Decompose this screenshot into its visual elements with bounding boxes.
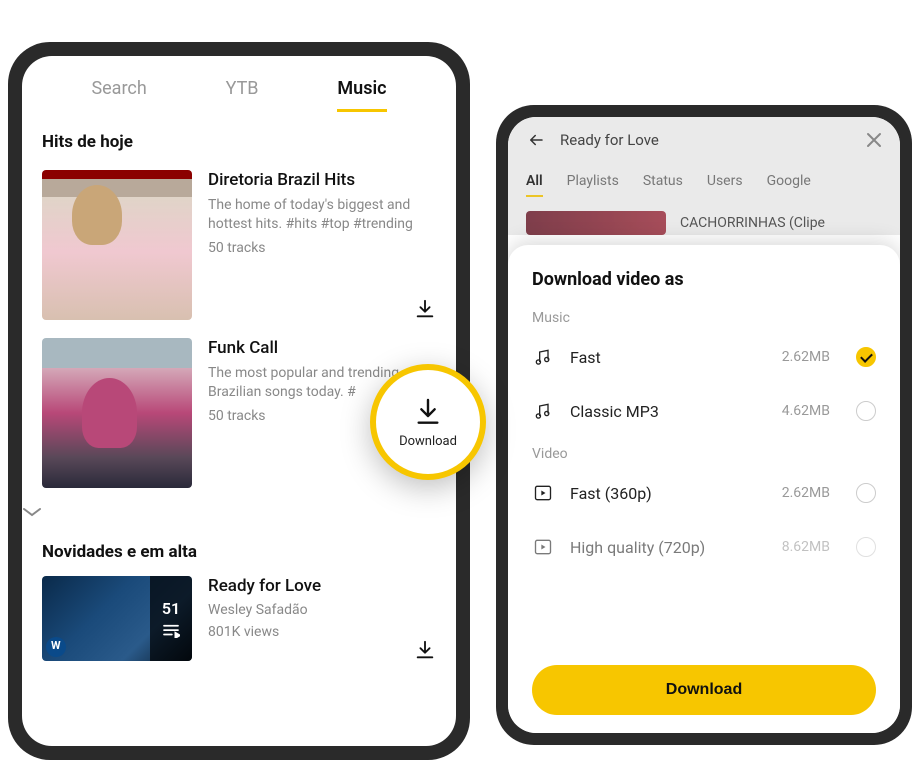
option-radio[interactable] xyxy=(856,483,876,503)
download-icon xyxy=(414,298,436,320)
chevron-down-icon xyxy=(22,506,42,518)
option-label: Fast xyxy=(570,348,766,367)
video-body: Ready for Love Wesley Safadão 801K views xyxy=(208,576,436,661)
playlist-desc: The home of today's biggest and hottest … xyxy=(208,196,436,234)
tab-search[interactable]: Search xyxy=(91,78,146,112)
download-icon-button[interactable] xyxy=(414,298,436,320)
download-icon xyxy=(412,396,444,428)
close-icon xyxy=(866,132,882,148)
phone-right-screen: Ready for Love All Playlists Status User… xyxy=(508,117,900,733)
clear-search-button[interactable] xyxy=(866,132,882,148)
filter-google[interactable]: Google xyxy=(767,173,811,197)
video-title: Ready for Love xyxy=(208,576,436,596)
playlist-count: 51 xyxy=(162,599,180,618)
sheet-title: Download video as xyxy=(532,269,876,290)
playlist-count-overlay: 51 xyxy=(150,576,192,661)
filter-status[interactable]: Status xyxy=(643,173,683,197)
playlist-item[interactable]: Diretoria Brazil Hits The home of today'… xyxy=(22,152,456,320)
option-hq-video[interactable]: High quality (720p) 8.62MB xyxy=(532,520,876,574)
filter-users[interactable]: Users xyxy=(707,173,743,197)
video-play-icon xyxy=(532,536,554,558)
tab-ytb[interactable]: YTB xyxy=(226,78,259,112)
result-title: CACHORRINHAS (Clipe xyxy=(680,215,825,231)
music-note-icon xyxy=(532,400,554,422)
option-radio[interactable] xyxy=(856,401,876,421)
section-hits-title: Hits de hoje xyxy=(22,112,456,152)
callout-label: Download xyxy=(399,434,457,449)
option-classic-mp3[interactable]: Classic MP3 4.62MB xyxy=(532,384,876,438)
playlist-icon xyxy=(162,624,180,638)
back-arrow-icon[interactable] xyxy=(526,131,546,149)
option-label: Fast (360p) xyxy=(570,484,766,503)
phone-right-frame: Ready for Love All Playlists Status User… xyxy=(496,105,912,745)
option-size: 4.62MB xyxy=(782,403,830,419)
option-size: 2.62MB xyxy=(782,485,830,501)
playlist-meta: 50 tracks xyxy=(208,240,436,256)
playlist-title: Funk Call xyxy=(208,338,436,358)
option-fast-audio[interactable]: Fast 2.62MB xyxy=(532,330,876,384)
video-thumbnail: 51 xyxy=(42,576,192,661)
playlist-body: Diretoria Brazil Hits The home of today'… xyxy=(208,170,436,320)
tab-music[interactable]: Music xyxy=(337,78,386,112)
filter-playlists[interactable]: Playlists xyxy=(567,173,619,197)
search-result-row[interactable]: CACHORRINHAS (Clipe xyxy=(508,205,900,235)
option-size: 8.62MB xyxy=(782,539,830,555)
download-icon-button[interactable] xyxy=(414,639,436,661)
section-novidades-title: Novidades e em alta xyxy=(22,522,456,562)
group-music-label: Music xyxy=(532,310,876,326)
playlist-title: Diretoria Brazil Hits xyxy=(208,170,436,190)
publisher-badge xyxy=(46,637,66,657)
option-label: High quality (720p) xyxy=(570,538,766,557)
filter-tabs: All Playlists Status Users Google xyxy=(508,163,900,205)
top-tabs: Search YTB Music xyxy=(22,56,456,112)
playlist-thumbnail xyxy=(42,338,192,488)
music-note-icon xyxy=(532,346,554,368)
video-play-icon xyxy=(532,482,554,504)
download-button[interactable]: Download xyxy=(532,665,876,715)
option-size: 2.62MB xyxy=(782,349,830,365)
playlist-thumbnail xyxy=(42,170,192,320)
group-video-label: Video xyxy=(532,446,876,462)
video-views: 801K views xyxy=(208,624,436,640)
video-item[interactable]: 51 Ready for Love Wesley Safadão 801K vi… xyxy=(22,562,456,661)
option-fast-video[interactable]: Fast (360p) 2.62MB xyxy=(532,466,876,520)
result-thumbnail xyxy=(526,211,666,235)
download-icon xyxy=(414,639,436,661)
search-query-text[interactable]: Ready for Love xyxy=(560,131,852,149)
filter-all[interactable]: All xyxy=(526,173,543,197)
expand-chevron[interactable] xyxy=(22,488,456,522)
option-label: Classic MP3 xyxy=(570,402,766,421)
download-sheet: Download video as Music Fast 2.62MB Clas… xyxy=(508,245,900,733)
search-bar: Ready for Love xyxy=(508,117,900,163)
background-dimmed: Ready for Love All Playlists Status User… xyxy=(508,117,900,235)
video-artist: Wesley Safadão xyxy=(208,602,436,618)
option-radio-checked[interactable] xyxy=(856,347,876,367)
download-callout[interactable]: Download xyxy=(370,364,486,480)
option-radio[interactable] xyxy=(856,537,876,557)
